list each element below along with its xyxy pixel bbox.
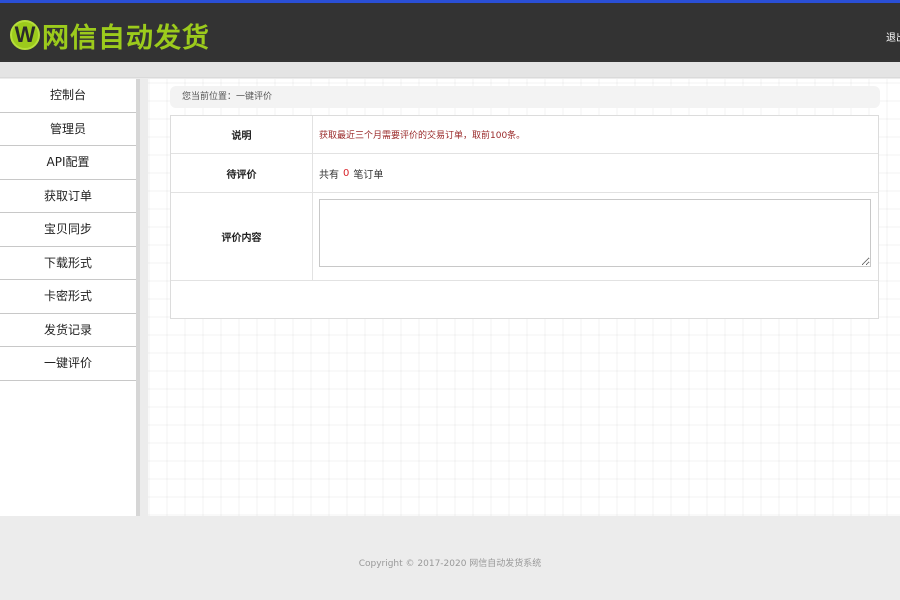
pending-label: 待评价 [171, 154, 313, 192]
review-content-label: 评价内容 [171, 193, 313, 280]
logo[interactable]: W 网信自动发货 [10, 15, 210, 55]
sidebar-item-dashboard[interactable]: 控制台 [0, 79, 136, 113]
sidebar-item-one-click-review[interactable]: 一键评价 [0, 347, 136, 381]
pending-suffix: 笔订单 [353, 169, 384, 181]
logo-badge-icon: W [10, 20, 40, 50]
sidebar-item-item-sync[interactable]: 宝贝同步 [0, 213, 136, 247]
sidebar-item-fetch-orders[interactable]: 获取订单 [0, 180, 136, 213]
logo-text: 网信自动发货 [42, 22, 210, 54]
review-form-table: 说明 获取最近三个月需要评价的交易订单，取前100条。 待评价 共有 0 笔订单… [170, 115, 879, 319]
table-row-actions [171, 281, 878, 318]
sidebar-item-delivery-log[interactable]: 发货记录 [0, 314, 136, 347]
breadcrumb: 您当前位置：一键评价 [170, 86, 880, 108]
description-value-cell: 获取最近三个月需要评价的交易订单，取前100条。 [313, 116, 878, 153]
sidebar-nav: 控制台 管理员 API配置 获取订单 宝贝同步 下载形式 卡密形式 发货记录 一… [0, 79, 140, 516]
top-header: W 网信自动发货 退出 [0, 0, 900, 62]
pending-value-cell: 共有 0 笔订单 [313, 154, 878, 192]
table-row-pending: 待评价 共有 0 笔订单 [171, 154, 878, 193]
main-content: 您当前位置：一键评价 说明 获取最近三个月需要评价的交易订单，取前100条。 待… [148, 79, 900, 516]
pending-prefix: 共有 [319, 169, 339, 181]
sidebar-item-admin[interactable]: 管理员 [0, 113, 136, 146]
header-subbar [0, 62, 900, 78]
sidebar-item-card-format[interactable]: 卡密形式 [0, 280, 136, 314]
table-row-description: 说明 获取最近三个月需要评价的交易订单，取前100条。 [171, 116, 878, 154]
description-text: 获取最近三个月需要评价的交易订单，取前100条。 [319, 131, 526, 141]
footer-copyright: Copyright © 2017-2020 网信自动发货系统 [358, 559, 542, 569]
description-label: 说明 [171, 116, 313, 153]
sidebar-item-api-config[interactable]: API配置 [0, 146, 136, 180]
table-row-content: 评价内容 [171, 193, 878, 281]
logout-link[interactable]: 退出 [886, 29, 900, 44]
review-content-textarea[interactable] [319, 199, 871, 267]
review-content-cell [313, 193, 878, 280]
pending-count: 0 [343, 167, 350, 179]
sidebar-item-download-format[interactable]: 下载形式 [0, 247, 136, 280]
